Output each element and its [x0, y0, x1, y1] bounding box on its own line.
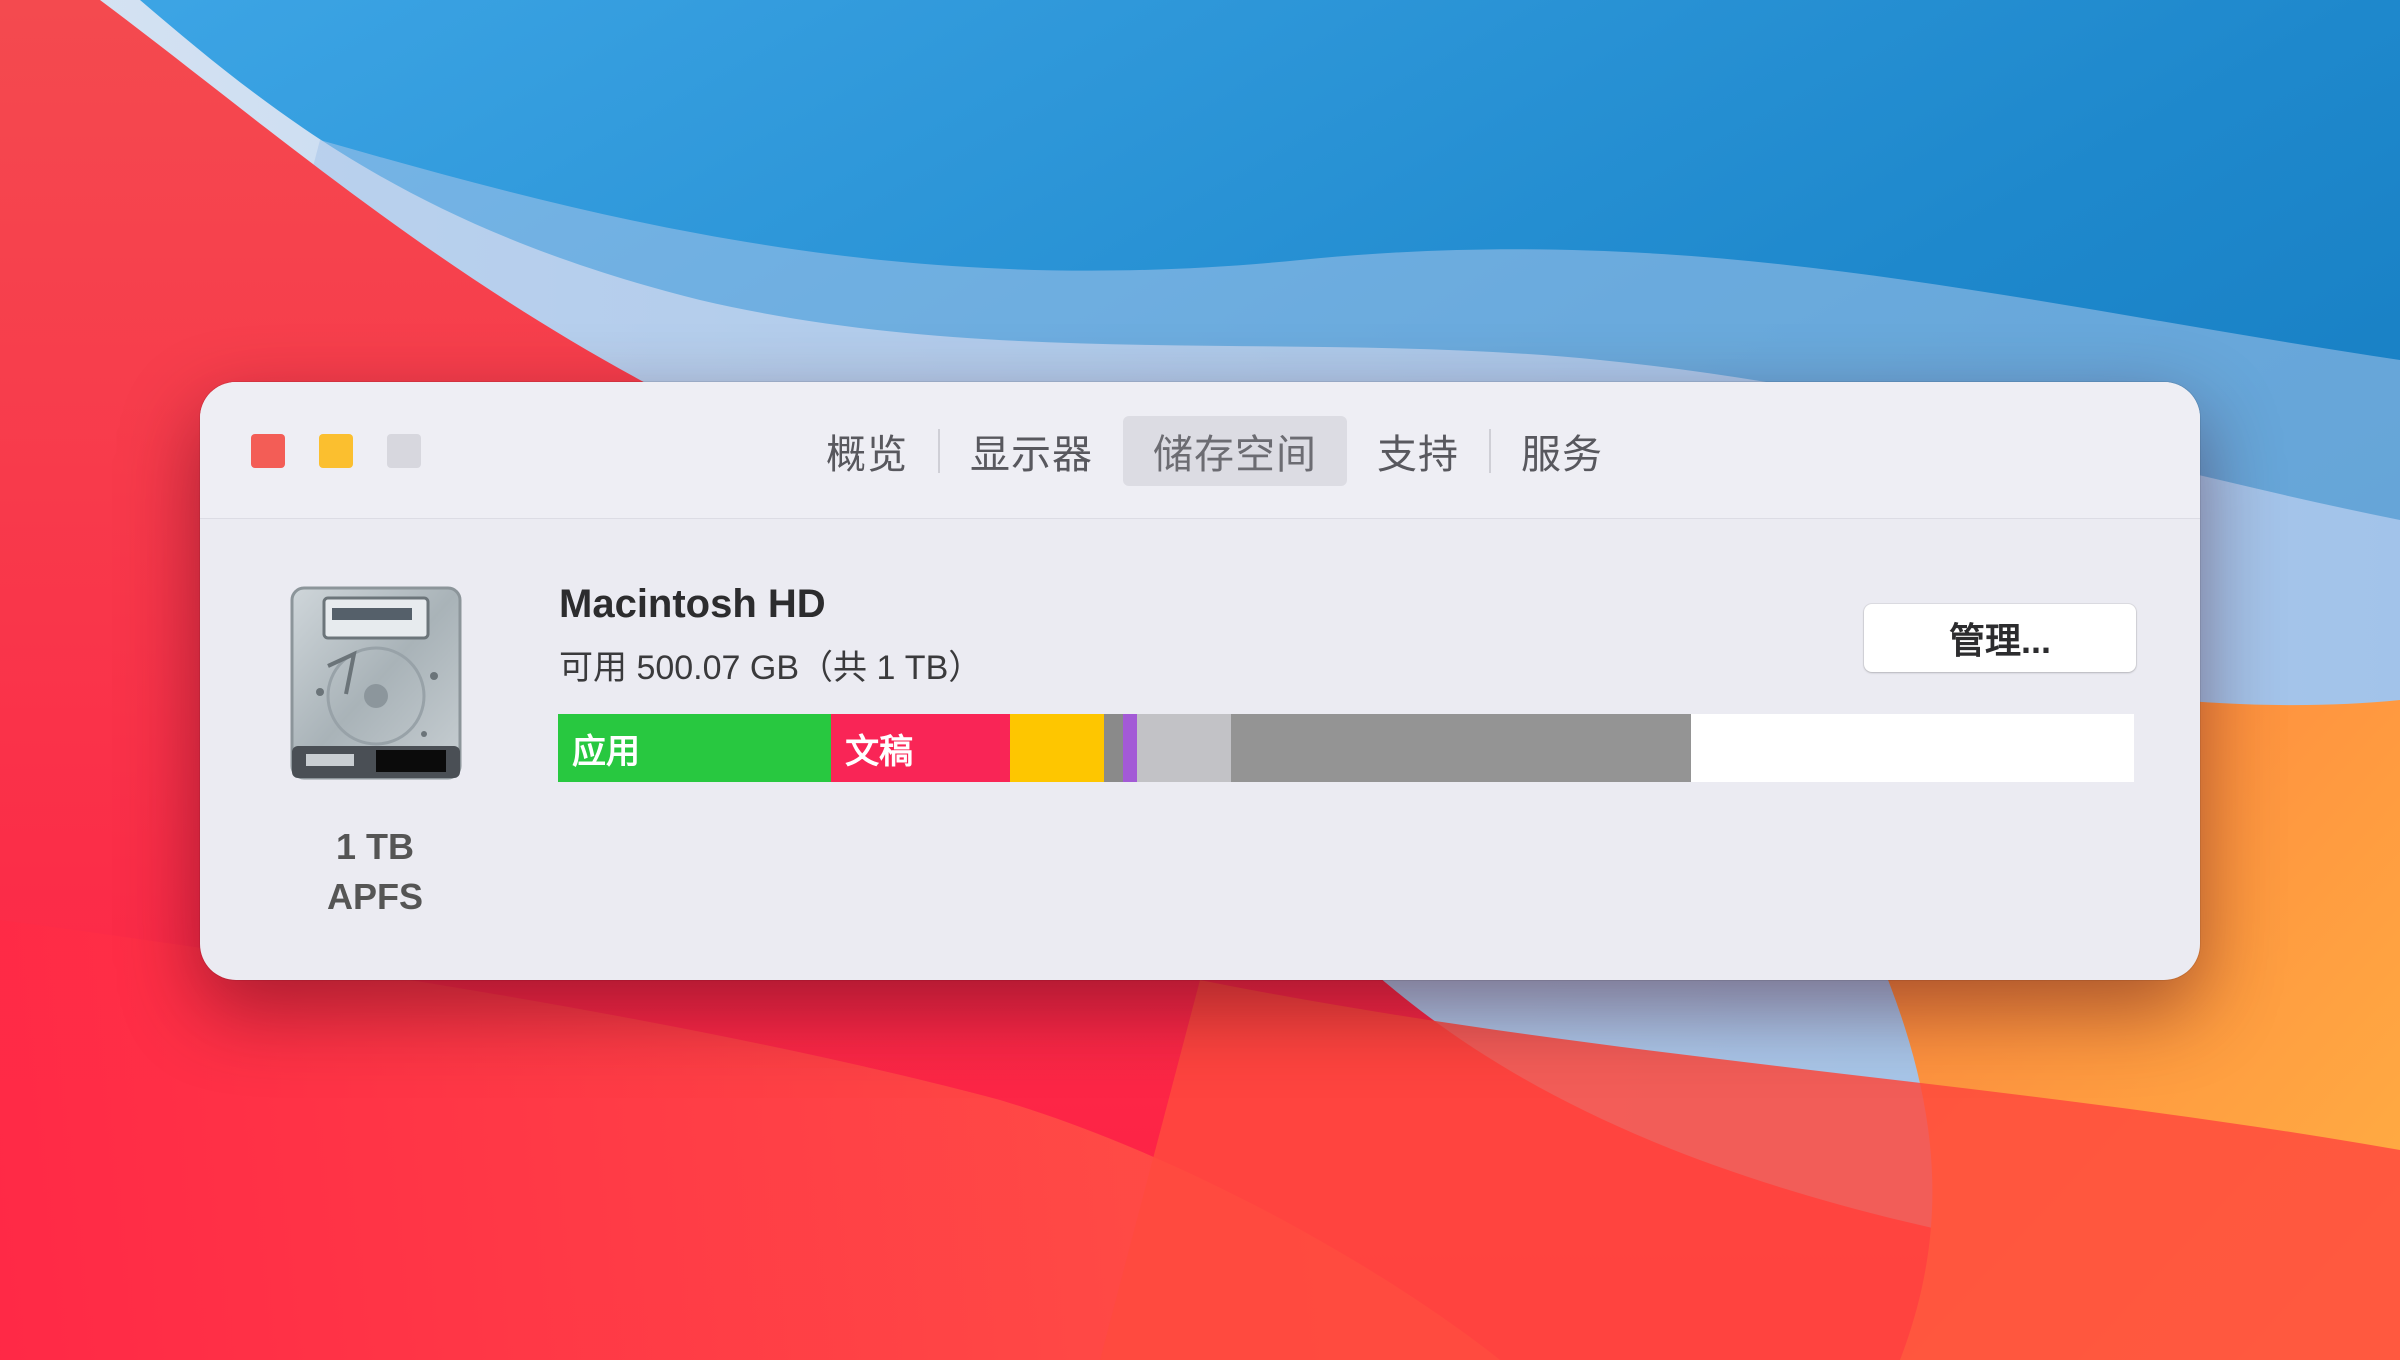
storage-segment-apps[interactable]: 应用 [558, 714, 832, 782]
desktop: 概览 显示器 储存空间 支持 服务 1 TB APFS Macintosh HD… [0, 0, 2400, 1360]
disk-format: APFS [326, 876, 423, 917]
disk-usage-text: 可用 500.07 GB（共 1 TB） [559, 649, 983, 687]
disk-capacity-label: 1 TB APFS [270, 822, 480, 922]
about-this-mac-window: 概览 显示器 储存空间 支持 服务 1 TB APFS Macintosh HD… [200, 382, 2200, 980]
tab-support[interactable]: 支持 [1347, 416, 1489, 486]
zoom-button[interactable] [387, 434, 421, 468]
disk-name: Macintosh HD [559, 582, 826, 626]
tab-storage[interactable]: 储存空间 [1123, 416, 1347, 486]
minimize-button[interactable] [319, 434, 353, 468]
storage-segment-documents[interactable]: 文稿 [831, 714, 1011, 782]
disk-capacity: 1 TB [335, 826, 414, 867]
storage-segment-other-b[interactable] [1123, 714, 1138, 782]
storage-segment-system-data[interactable] [1010, 714, 1105, 782]
manage-button[interactable]: 管理... [1864, 604, 2136, 672]
storage-segment-other-a[interactable] [1104, 714, 1124, 782]
title-bar: 概览 显示器 储存空间 支持 服务 [200, 382, 2200, 519]
hard-drive-icon [290, 586, 462, 780]
tab-service[interactable]: 服务 [1491, 416, 1633, 486]
close-button[interactable] [251, 434, 285, 468]
storage-usage-bar[interactable]: 应用 文稿 [558, 714, 2134, 782]
tab-overview[interactable]: 概览 [796, 416, 938, 486]
storage-segment-purgeable[interactable] [1137, 714, 1232, 782]
tab-bar: 概览 显示器 储存空间 支持 服务 [796, 416, 1633, 486]
storage-segment-free[interactable] [1691, 714, 2134, 782]
storage-segment-system[interactable] [1231, 714, 1692, 782]
tab-displays[interactable]: 显示器 [940, 416, 1123, 486]
